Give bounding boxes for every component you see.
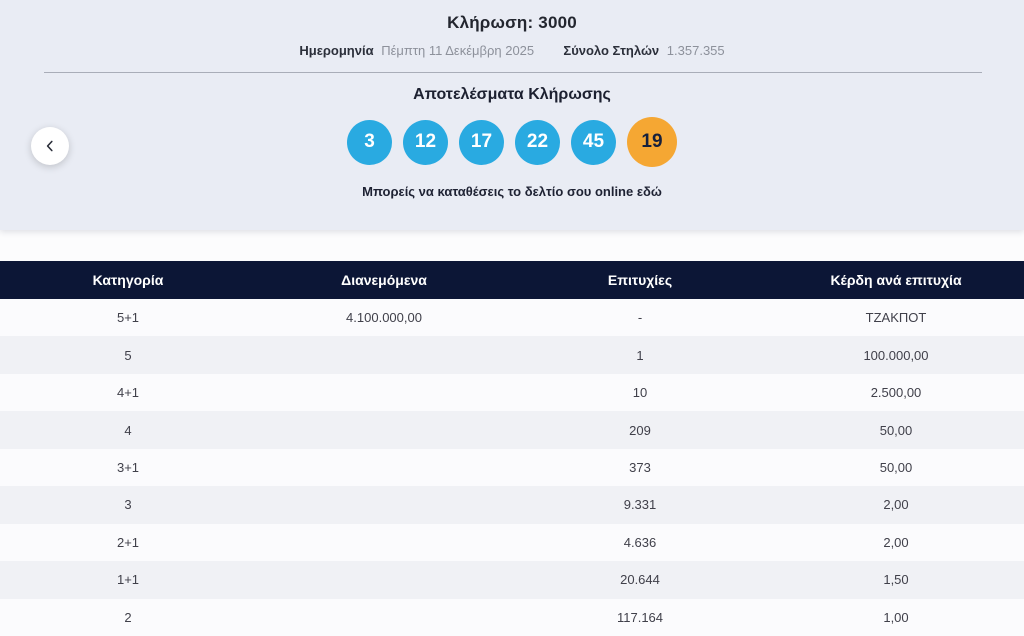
table-row: 2+1 4.636 2,00	[0, 523, 1024, 562]
header-category: Κατηγορία	[92, 272, 164, 288]
winning-number-ball: 17	[459, 119, 504, 165]
previous-draw-button[interactable]	[31, 127, 69, 165]
cell-category: 5+1	[116, 310, 140, 326]
table-row: 4 209 50,00	[0, 411, 1024, 449]
table-header-row: Κατηγορία Διανεμόμενα Επιτυχίες Κέρδη αν…	[0, 261, 1024, 299]
cell-category: 2	[124, 609, 132, 625]
winning-number-ball: 22	[515, 119, 560, 165]
cell-category: 3	[124, 497, 132, 513]
columns-total-label: Σύνολο Στηλών	[563, 43, 660, 58]
table-row: 5 1 100.000,00	[0, 336, 1024, 374]
results-title: Αποτελέσματα Κλήρωσης	[413, 86, 611, 103]
cell-prize: 2.500,00	[870, 385, 922, 401]
joker-number-ball: 19	[627, 117, 677, 167]
cell-prize: 100.000,00	[863, 347, 929, 363]
cell-winners: 9.331	[623, 497, 657, 513]
cell-winners: -	[637, 310, 643, 326]
table-row: 1+1 20.644 1,50	[0, 561, 1024, 599]
draw-summary-section: Κλήρωση: 3000 Ημερομηνία Πέμπτη 11 Δεκέμ…	[0, 0, 1024, 230]
columns-total-value: 1.357.355	[666, 43, 725, 58]
cell-prize: 1,50	[883, 572, 909, 588]
header-prize: Κέρδη ανά επιτυχία	[830, 272, 962, 288]
online-bet-link[interactable]: Μπορείς να καταθέσεις το δελτίο σου onli…	[362, 184, 662, 199]
header-distributed: Διανεμόμενα	[341, 272, 427, 288]
cell-winners: 10	[632, 385, 648, 401]
cell-prize: 50,00	[879, 459, 913, 475]
cell-distributed: 4.100.000,00	[346, 310, 422, 326]
date-value: Πέμπτη 11 Δεκέμβρη 2025	[381, 43, 535, 58]
cell-prize: 50,00	[879, 422, 913, 438]
draw-meta: Ημερομηνία Πέμπτη 11 Δεκέμβρη 2025 Σύνολ…	[0, 43, 1024, 58]
draw-title: Κλήρωση: 3000	[447, 13, 577, 32]
results-table: Κατηγορία Διανεμόμενα Επιτυχίες Κέρδη αν…	[0, 261, 1024, 636]
table-row: 4+1 10 2.500,00	[0, 373, 1024, 412]
winning-number-ball: 12	[403, 119, 448, 165]
lottery-results-page: Κλήρωση: 3000 Ημερομηνία Πέμπτη 11 Δεκέμ…	[0, 0, 1024, 636]
cell-category: 5	[124, 347, 132, 363]
winning-numbers: 3 12 17 22 45 19	[0, 117, 1024, 167]
winning-number-ball: 3	[347, 119, 392, 165]
table-row: 3+1 373 50,00	[0, 448, 1024, 487]
cell-prize: ΤΖΑΚΠΟΤ	[865, 310, 927, 326]
table-row: 2 117.164 1,00	[0, 598, 1024, 636]
cell-winners: 20.644	[620, 572, 660, 588]
chevron-left-icon	[46, 140, 53, 152]
table-body: 5+1 4.100.000,00 - ΤΖΑΚΠΟΤ 5 1 100.000,00 4+1 10…	[0, 299, 1024, 636]
cell-category: 3+1	[116, 459, 140, 475]
cell-prize: 2,00	[883, 497, 909, 513]
cell-category: 2+1	[116, 534, 140, 550]
cell-prize: 1,00	[883, 609, 909, 625]
cell-category: 4	[124, 422, 132, 438]
cell-category: 4+1	[116, 385, 140, 401]
divider	[44, 72, 982, 73]
cell-winners: 373	[629, 459, 651, 475]
cell-winners: 4.636	[623, 534, 657, 550]
cell-winners: 117.164	[616, 609, 664, 625]
cell-prize: 2,00	[883, 534, 909, 550]
date-label: Ημερομηνία	[299, 43, 374, 58]
cell-winners: 209	[629, 422, 651, 438]
cell-category: 1+1	[116, 572, 140, 588]
cell-winners: 1	[636, 347, 644, 363]
table-row: 3 9.331 2,00	[0, 486, 1024, 524]
header-winners: Επιτυχίες	[607, 272, 673, 288]
table-row: 5+1 4.100.000,00 - ΤΖΑΚΠΟΤ	[0, 299, 1024, 337]
winning-number-ball: 45	[571, 119, 616, 165]
